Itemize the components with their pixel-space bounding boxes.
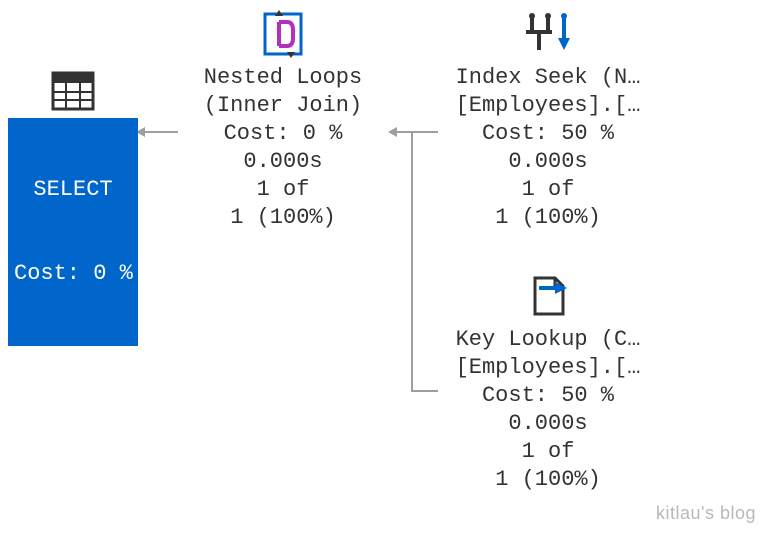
is-line2: [Employees].[… — [438, 92, 658, 120]
kl-rows2: 1 (100%) — [438, 466, 658, 494]
select-title: SELECT — [14, 176, 132, 204]
nl-time: 0.000s — [178, 148, 388, 176]
nl-rows1: 1 of — [178, 176, 388, 204]
execution-plan-canvas: SELECT Cost: 0 % Nested Loops (Inner Joi… — [0, 0, 768, 542]
kl-cost: Cost: 50 % — [438, 382, 658, 410]
nl-line2: (Inner Join) — [178, 92, 388, 120]
arrow-nl — [388, 127, 397, 137]
wire-vertical — [411, 131, 413, 392]
is-line1: Index Seek (N… — [438, 64, 658, 92]
nl-line1: Nested Loops — [178, 64, 388, 92]
kl-rows1: 1 of — [438, 438, 658, 466]
nested-loops-icon — [178, 10, 388, 58]
wire-select-nl — [145, 131, 178, 133]
node-select[interactable]: SELECT Cost: 0 % — [8, 70, 138, 346]
select-cost: Cost: 0 % — [14, 260, 132, 288]
watermark: kitlau's blog — [656, 503, 756, 524]
table-icon — [8, 70, 138, 112]
kl-line1: Key Lookup (C… — [438, 326, 658, 354]
nl-cost: Cost: 0 % — [178, 120, 388, 148]
select-highlight: SELECT Cost: 0 % — [8, 118, 138, 346]
wire-to-key-lookup — [413, 390, 438, 392]
is-cost: Cost: 50 % — [438, 120, 658, 148]
kl-time: 0.000s — [438, 410, 658, 438]
node-nested-loops[interactable]: Nested Loops (Inner Join) Cost: 0 % 0.00… — [178, 10, 388, 232]
node-index-seek[interactable]: Index Seek (N… [Employees].[… Cost: 50 %… — [438, 10, 658, 232]
is-rows1: 1 of — [438, 176, 658, 204]
is-time: 0.000s — [438, 148, 658, 176]
node-key-lookup[interactable]: Key Lookup (C… [Employees].[… Cost: 50 %… — [438, 272, 658, 494]
wire-to-index-seek — [413, 131, 438, 133]
nl-rows2: 1 (100%) — [178, 204, 388, 232]
kl-line2: [Employees].[… — [438, 354, 658, 382]
index-seek-icon — [438, 10, 658, 58]
key-lookup-icon — [438, 272, 658, 320]
is-rows2: 1 (100%) — [438, 204, 658, 232]
